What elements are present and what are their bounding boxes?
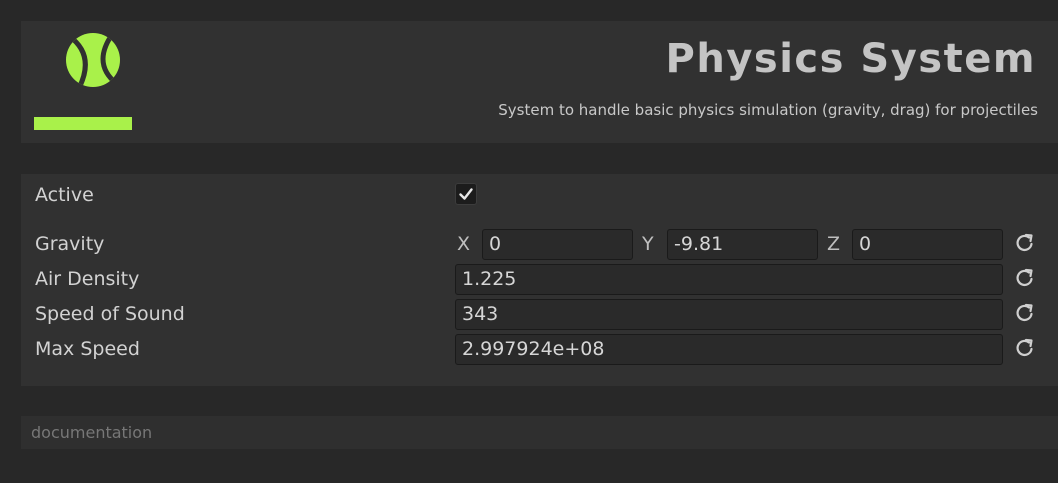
tennis-ball-icon	[66, 33, 120, 87]
checkmark-icon	[459, 188, 473, 200]
documentation-foldout[interactable]: documentation	[21, 416, 1058, 449]
reset-icon[interactable]	[1014, 302, 1036, 324]
speed-of-sound-row: Speed of Sound 343	[21, 299, 1058, 332]
active-row: Active	[21, 174, 1058, 218]
page-title: Physics System	[665, 36, 1036, 82]
documentation-label: documentation	[31, 423, 153, 442]
max-speed-label: Max Speed	[35, 338, 140, 360]
air-density-label: Air Density	[35, 268, 140, 290]
gravity-x-label: X	[457, 233, 471, 255]
reset-icon[interactable]	[1014, 232, 1036, 254]
reset-icon[interactable]	[1014, 337, 1036, 359]
gravity-z-field[interactable]: 0	[852, 229, 1003, 260]
gravity-x-field[interactable]: 0	[482, 229, 633, 260]
component-header: Physics System System to handle basic ph…	[21, 21, 1058, 143]
air-density-field[interactable]: 1.225	[455, 264, 1003, 295]
max-speed-field[interactable]: 2.997924e+08	[455, 334, 1003, 365]
gravity-y-field[interactable]: -9.81	[667, 229, 818, 260]
page-subtitle: System to handle basic physics simulatio…	[498, 101, 1038, 119]
speed-of-sound-field[interactable]: 343	[455, 299, 1003, 330]
max-speed-row: Max Speed 2.997924e+08	[21, 334, 1058, 367]
active-checkbox[interactable]	[455, 183, 477, 205]
reset-icon[interactable]	[1014, 267, 1036, 289]
accent-bar	[34, 117, 132, 130]
speed-of-sound-label: Speed of Sound	[35, 303, 185, 325]
gravity-row: Gravity X 0 Y -9.81 Z 0	[21, 229, 1058, 262]
active-label: Active	[35, 184, 94, 206]
gravity-y-label: Y	[642, 233, 654, 255]
air-density-row: Air Density 1.225	[21, 264, 1058, 297]
properties-panel: Active Gravity X 0 Y -9.81 Z 0 Air Densi…	[21, 174, 1058, 386]
gravity-label: Gravity	[35, 233, 105, 255]
gravity-z-label: Z	[827, 233, 841, 255]
